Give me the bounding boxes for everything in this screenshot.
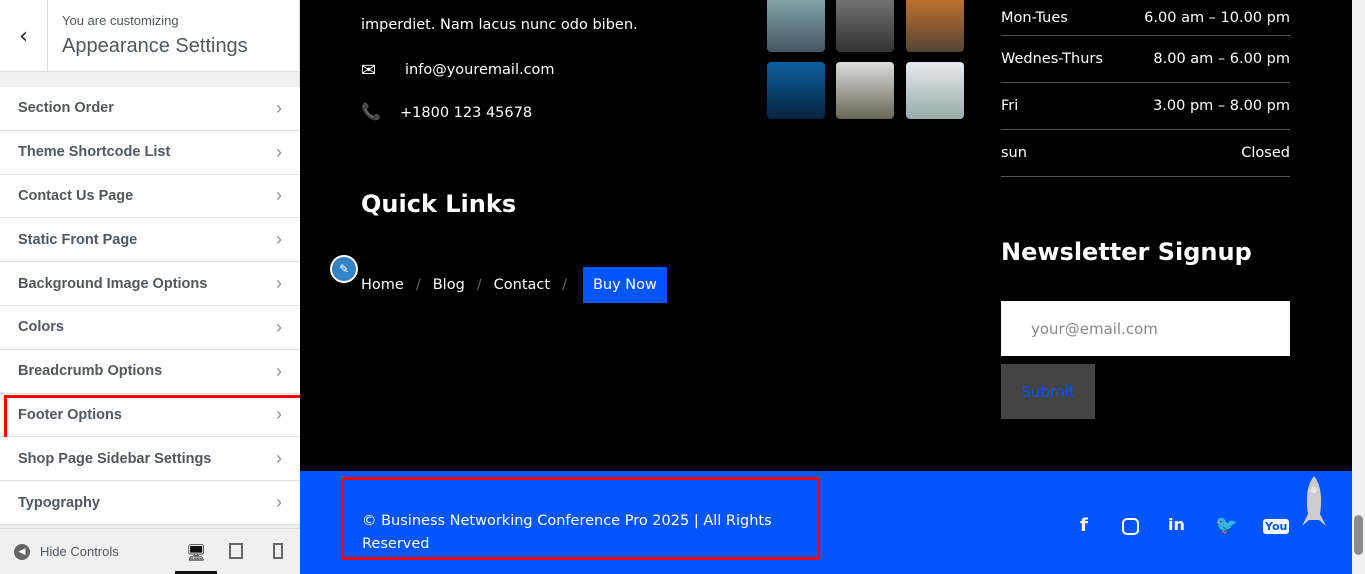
section-item[interactable]: Colors › xyxy=(0,305,300,350)
section-item-label: Footer Options xyxy=(18,406,122,423)
chevron-right-icon: › xyxy=(276,360,282,381)
section-item[interactable]: Shop Page Sidebar Settings › xyxy=(0,437,300,482)
hours-row: sun Closed xyxy=(1001,130,1290,177)
section-item-label: Section Order xyxy=(18,100,114,117)
hide-controls-button[interactable]: ◀ Hide Controls xyxy=(14,543,119,560)
section-item[interactable]: Typography › xyxy=(0,481,300,525)
back-button[interactable]: ‹ xyxy=(0,0,48,72)
gallery-image[interactable] xyxy=(906,0,964,52)
edit-shortcut-pencil-icon[interactable]: ✎ xyxy=(330,255,358,283)
submit-button[interactable]: Submit xyxy=(1001,364,1095,419)
chevron-right-icon: › xyxy=(276,185,282,206)
chevron-right-icon: › xyxy=(276,273,282,294)
chevron-right-icon: › xyxy=(276,141,282,162)
buy-now-button[interactable]: Buy Now xyxy=(582,267,667,303)
hours-time: Closed xyxy=(1241,145,1290,161)
facebook-icon[interactable]: f xyxy=(1080,515,1088,536)
link-separator: / xyxy=(562,277,567,293)
phone-icon: 📞 xyxy=(361,102,381,121)
section-item-label: Colors xyxy=(18,319,64,336)
section-item[interactable]: Section Order › xyxy=(0,87,300,131)
hours-day: Wednes-Thurs xyxy=(1001,51,1103,67)
quick-link[interactable]: Contact xyxy=(494,277,550,293)
hours-row: Mon-Tues 6.00 am – 10.00 pm xyxy=(1001,0,1290,36)
gallery-image[interactable] xyxy=(906,62,964,119)
youtube-icon[interactable]: You xyxy=(1263,519,1290,534)
hours-row: Wednes-Thurs 8.00 am – 6.00 pm xyxy=(1001,36,1290,83)
scrollbar-thumb[interactable] xyxy=(1354,515,1363,555)
mobile-preview-icon[interactable] xyxy=(273,543,283,559)
section-item[interactable]: Static Front Page › xyxy=(0,218,300,263)
hours-row: Fri 3.00 pm – 8.00 pm xyxy=(1001,83,1290,130)
link-separator: / xyxy=(476,277,482,293)
gallery-image[interactable] xyxy=(767,62,825,119)
section-item[interactable]: Breadcrumb Options › xyxy=(0,349,300,394)
section-item-label: Static Front Page xyxy=(18,231,138,248)
customizer-footer: ◀ Hide Controls 🖥 xyxy=(0,528,300,574)
quick-links: Home / Blog / Contact / Buy Now xyxy=(361,267,667,303)
quick-link[interactable]: Blog xyxy=(433,277,465,293)
hours-day: Fri xyxy=(1001,98,1019,114)
gallery-image[interactable] xyxy=(836,0,894,52)
hours-time: 6.00 am – 10.00 pm xyxy=(1144,9,1290,26)
section-item[interactable]: Background Image Options › xyxy=(0,262,300,306)
chevron-right-icon: › xyxy=(276,97,282,118)
opening-hours: Mon-Tues 6.00 am – 10.00 pm Wednes-Thurs 8.… xyxy=(1001,0,1290,177)
panel-title: Appearance Settings xyxy=(62,35,248,57)
email-icon: ✉ xyxy=(361,60,377,81)
section-item-label: Contact Us Page xyxy=(18,187,134,204)
customizing-label: You are customizing xyxy=(62,13,179,28)
hours-day: Mon-Tues xyxy=(1001,9,1068,26)
copyright-text: © Business Networking Conference Pro 202… xyxy=(341,477,820,560)
quick-link[interactable]: Home xyxy=(361,277,404,293)
section-item[interactable]: Theme Shortcode List › xyxy=(0,130,300,175)
chevron-right-icon: › xyxy=(276,316,282,337)
section-item[interactable]: Footer Options › xyxy=(0,393,308,441)
section-list: Section Order › Theme Shortcode List › Conta… xyxy=(0,87,308,525)
contact-email[interactable]: info@youremail.com xyxy=(405,62,555,78)
section-item[interactable]: Contact Us Page › xyxy=(0,174,300,219)
linkedin-icon[interactable]: in xyxy=(1168,515,1185,534)
hours-day: sun xyxy=(1001,145,1027,161)
contact-phone: +1800 123 45678 xyxy=(400,105,533,121)
about-text: imperdiet. Nam lacus nunc odo biben. xyxy=(361,17,638,33)
hours-time: 3.00 pm – 8.00 pm xyxy=(1153,98,1290,114)
copyright-bar: © Business Networking Conference Pro 202… xyxy=(300,471,1352,574)
gallery-image[interactable] xyxy=(767,0,825,52)
hours-time: 8.00 am – 6.00 pm xyxy=(1153,51,1290,67)
twitter-icon[interactable]: 🐦 xyxy=(1215,515,1237,536)
section-item-label: Shop Page Sidebar Settings xyxy=(18,450,212,467)
preview-scrollbar[interactable] xyxy=(1352,0,1365,574)
customizer-sidebar: ‹ You are customizing Appearance Setting… xyxy=(0,0,308,574)
scroll-to-top-rocket-icon[interactable] xyxy=(1300,476,1328,526)
gallery-image[interactable] xyxy=(836,62,894,119)
section-item-label: Breadcrumb Options xyxy=(18,363,163,380)
link-separator: / xyxy=(415,277,421,293)
site-preview: imperdiet. Nam lacus nunc odo biben. ✉ i… xyxy=(300,0,1352,574)
newsletter-email-input[interactable]: your@email.com xyxy=(1001,301,1290,356)
desktop-preview-icon[interactable]: 🖥 xyxy=(186,543,206,563)
customizer-header: ‹ You are customizing Appearance Setting… xyxy=(0,0,299,72)
section-item-label: Theme Shortcode List xyxy=(18,144,171,161)
chevron-right-icon: › xyxy=(276,492,282,513)
newsletter-title: Newsletter Signup xyxy=(1001,238,1252,266)
chevron-right-icon: › xyxy=(276,229,282,250)
tablet-preview-icon[interactable] xyxy=(229,543,243,559)
quick-links-title: Quick Links xyxy=(361,190,517,218)
chevron-right-icon: › xyxy=(276,448,282,469)
section-item-label: Typography xyxy=(18,494,100,511)
collapse-icon: ◀ xyxy=(14,543,30,560)
chevron-right-icon: › xyxy=(276,404,282,425)
hide-controls-label: Hide Controls xyxy=(40,544,119,559)
instagram-icon[interactable] xyxy=(1122,518,1139,535)
section-item-label: Background Image Options xyxy=(18,275,208,292)
